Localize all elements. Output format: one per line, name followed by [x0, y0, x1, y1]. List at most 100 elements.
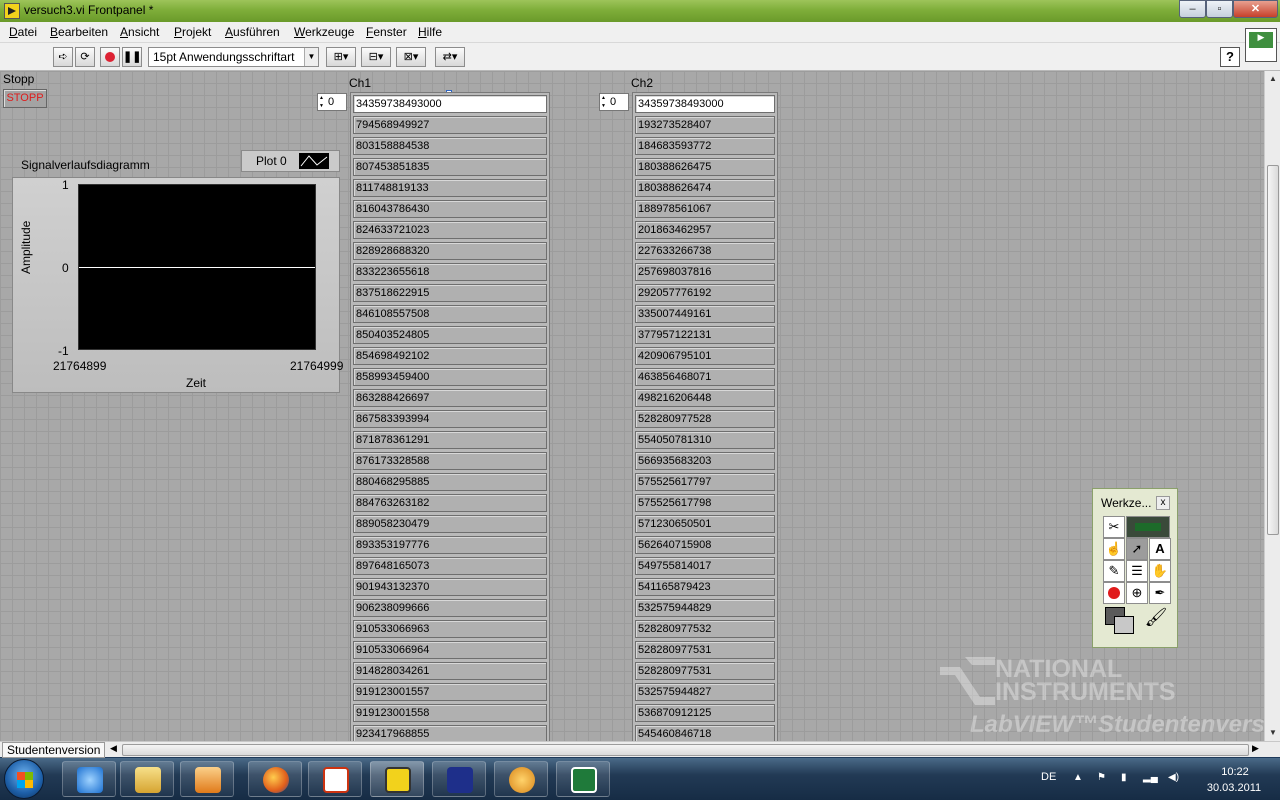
ch1-array-element[interactable]: 906238099666 [353, 599, 547, 617]
scroll-down-icon[interactable]: ▼ [1265, 725, 1280, 741]
ch2-array-element[interactable]: 528280977531 [635, 662, 775, 680]
ch2-array-element[interactable]: 257698037816 [635, 263, 775, 281]
menu-projekt[interactable]: Projekt [174, 25, 211, 39]
ch1-array-element[interactable]: 910533066964 [353, 641, 547, 659]
distribute-icon[interactable]: ⊟▾ [361, 47, 391, 67]
ch1-array-element[interactable]: 824633721023 [353, 221, 547, 239]
ch1-array-element[interactable]: 919123001558 [353, 704, 547, 722]
clock-time[interactable]: 10:22 [1205, 766, 1265, 778]
ch1-array-element[interactable]: 858993459400 [353, 368, 547, 386]
ch1-array-element[interactable]: 34359738493000 [353, 95, 547, 113]
ch2-array-element[interactable]: 536870912125 [635, 704, 775, 722]
ch1-array-element[interactable]: 919123001557 [353, 683, 547, 701]
ch1-array-element[interactable]: 897648165073 [353, 557, 547, 575]
scroll-up-icon[interactable]: ▲ [1265, 71, 1280, 87]
labview-taskbar-icon[interactable] [370, 761, 424, 797]
ch2-array-element[interactable]: 566935683203 [635, 452, 775, 470]
wiring-tool-icon[interactable]: ✎ [1103, 560, 1125, 582]
ch1-array-element[interactable]: 871878361291 [353, 431, 547, 449]
vertical-scrollbar[interactable]: ▲ ▼ [1264, 71, 1280, 741]
battery-icon[interactable]: ▮ [1121, 772, 1133, 784]
menu-fenster[interactable]: Fenster [366, 25, 407, 39]
ch1-array-element[interactable]: 854698492102 [353, 347, 547, 365]
ch1-array-element[interactable]: 850403524805 [353, 326, 547, 344]
signal-strength-icon[interactable]: ▂▄ [1143, 772, 1158, 784]
ch2-array-element[interactable]: 227633266738 [635, 242, 775, 260]
front-panel[interactable]: Stopp STOPP Signalverlaufsdiagramm Plot … [0, 71, 1264, 741]
menu-hilfe[interactable]: Hilfe [418, 25, 442, 39]
pdf-reader-icon[interactable] [308, 761, 362, 797]
operate-hand-icon[interactable]: ☝ [1103, 538, 1125, 560]
volume-icon[interactable]: ◀) [1168, 772, 1180, 784]
ch1-array-element[interactable]: 901943132370 [353, 578, 547, 596]
ch2-array-element[interactable]: 528280977531 [635, 641, 775, 659]
ch2-array-element[interactable]: 549755814017 [635, 557, 775, 575]
flag-icon[interactable]: ⚑ [1097, 772, 1109, 784]
labview-vi-icon[interactable] [4, 3, 20, 19]
ch2-array-element[interactable]: 575525617798 [635, 494, 775, 512]
menu-bearbeiten[interactable]: Bearbeiten [50, 25, 108, 39]
ch2-array-element[interactable]: 377957122131 [635, 326, 775, 344]
ch2-array-element[interactable]: 180388626474 [635, 179, 775, 197]
run-arrow-icon[interactable]: ➪ [53, 47, 73, 67]
scroll-right-icon[interactable]: ▶ [1252, 743, 1259, 754]
ch2-array-element[interactable]: 575525617797 [635, 473, 775, 491]
gallery-icon[interactable] [494, 761, 548, 797]
shortcut-menu-icon[interactable]: ☰ [1126, 560, 1148, 582]
font-select[interactable]: 15pt Anwendungsschriftart ▼ [148, 47, 319, 67]
horizontal-scroll-thumb[interactable] [122, 744, 1249, 756]
ch1-array-element[interactable]: 876173328588 [353, 452, 547, 470]
coloring-brush-icon[interactable]: 🖌 [1143, 607, 1169, 635]
ch2-array-element[interactable]: 571230650501 [635, 515, 775, 533]
ch2-array-element[interactable]: 184683593772 [635, 137, 775, 155]
position-arrow-icon[interactable]: ➚ [1126, 538, 1148, 560]
scroll-left-icon[interactable]: ◀ [110, 743, 117, 754]
ch2-array[interactable]: 34359738493000 193273528407 184683593772 18… [632, 92, 778, 741]
menu-datei[interactable]: Datei [9, 25, 37, 39]
signal-app-icon[interactable] [432, 761, 486, 797]
start-button[interactable] [4, 759, 44, 799]
ch1-array-element[interactable]: 794568949927 [353, 116, 547, 134]
maximize-button[interactable]: ▫ [1206, 0, 1233, 18]
ch1-array-element[interactable]: 811748819133 [353, 179, 547, 197]
ch2-array-element[interactable]: 193273528407 [635, 116, 775, 134]
ch1-array-element[interactable]: 914828034261 [353, 662, 547, 680]
ch2-array-element[interactable]: 528280977528 [635, 410, 775, 428]
ch2-index-control[interactable]: 0 [599, 93, 629, 111]
tools-palette[interactable]: Werkze... x ✂ ☝ ➚ A ✎ ☰ ✋ ⊕ ✒ 🖌 [1092, 488, 1178, 648]
ch1-array-element[interactable]: 863288426697 [353, 389, 547, 407]
color-swatch-icon[interactable] [1103, 605, 1136, 635]
plot-area[interactable] [78, 184, 316, 350]
ch2-array-element[interactable]: 541165879423 [635, 578, 775, 596]
text-tool-icon[interactable]: A [1149, 538, 1171, 560]
vertical-scroll-thumb[interactable] [1267, 165, 1279, 535]
language-indicator[interactable]: DE [1041, 771, 1056, 783]
align-icon[interactable]: ⊞▾ [326, 47, 356, 67]
resize-icon[interactable]: ⊠▾ [396, 47, 426, 67]
media-player-icon[interactable] [180, 761, 234, 797]
scroll-hand-icon[interactable]: ✋ [1149, 560, 1171, 582]
ch1-array-element[interactable]: 880468295885 [353, 473, 547, 491]
vi-connector-icon[interactable]: ▶ [1245, 28, 1277, 62]
menu-ansicht[interactable]: Ansicht [120, 25, 159, 39]
tools-palette-close-button[interactable]: x [1156, 496, 1170, 510]
breakpoint-icon[interactable] [1103, 582, 1125, 604]
ch2-array-element[interactable]: 188978561067 [635, 200, 775, 218]
ch2-array-element[interactable]: 180388626475 [635, 158, 775, 176]
ch2-array-element[interactable]: 532575944829 [635, 599, 775, 617]
firefox-icon[interactable] [248, 761, 302, 797]
color-copy-icon[interactable]: ✒ [1149, 582, 1171, 604]
ch1-array-element[interactable]: 846108557508 [353, 305, 547, 323]
ch1-array-element[interactable]: 893353197776 [353, 536, 547, 554]
pause-icon[interactable]: ❚❚ [122, 47, 142, 67]
help-button[interactable]: ? [1220, 47, 1240, 67]
minimize-button[interactable]: – [1179, 0, 1206, 18]
ch2-array-element[interactable]: 201863462957 [635, 221, 775, 239]
ch2-array-element[interactable]: 545460846718 [635, 725, 775, 741]
ch1-array-element[interactable]: 816043786430 [353, 200, 547, 218]
ch1-array-element[interactable]: 910533066963 [353, 620, 547, 638]
reorder-icon[interactable]: ⇄▾ [435, 47, 465, 67]
ch1-array-element[interactable]: 837518622915 [353, 284, 547, 302]
ch2-array-element[interactable]: 420906795101 [635, 347, 775, 365]
probe-icon[interactable]: ⊕ [1126, 582, 1148, 604]
